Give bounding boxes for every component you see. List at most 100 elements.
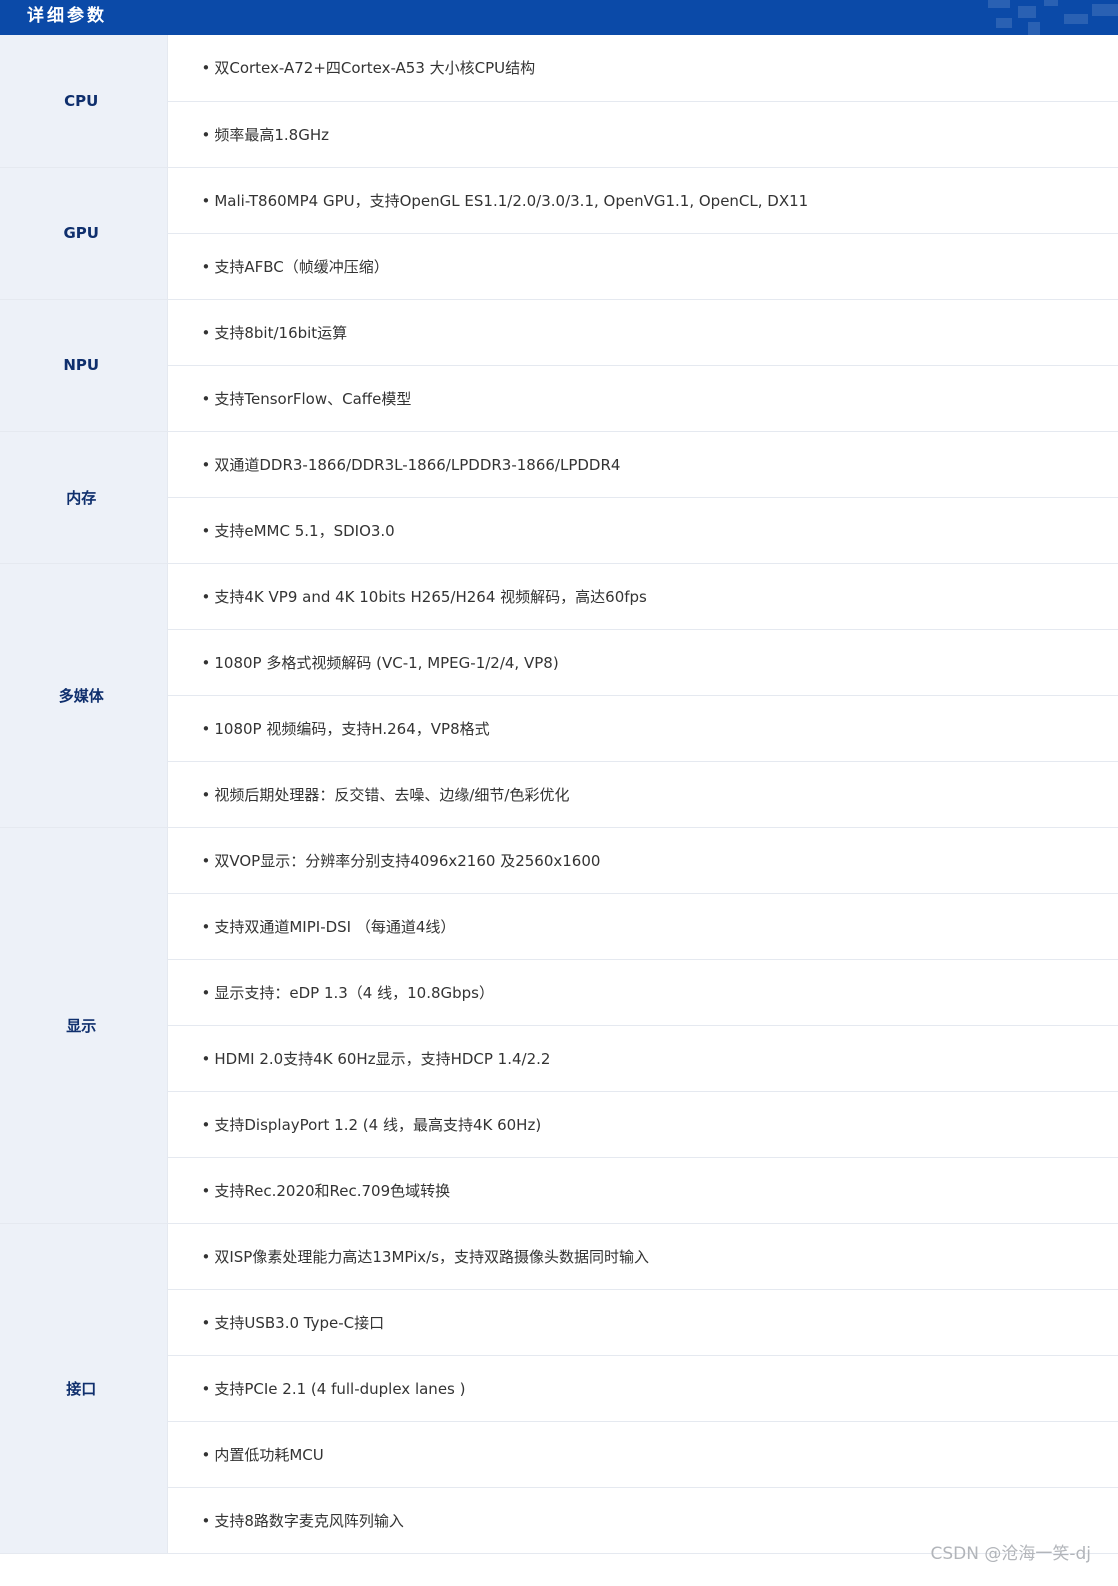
section-header: 详细参数 xyxy=(0,0,1118,35)
spec-item-text: 支持4K VP9 and 4K 10bits H265/H264 视频解码，高达… xyxy=(214,587,647,606)
spec-item: • 双Cortex-A72+四Cortex-A53 大小核CPU结构 xyxy=(167,35,1118,102)
bullet-icon: • xyxy=(201,653,211,672)
spec-item: • 内置低功耗MCU xyxy=(167,1421,1118,1488)
bullet-icon: • xyxy=(201,587,211,606)
spec-item-text: 1080P 视频编码，支持H.264，VP8格式 xyxy=(214,719,490,738)
spec-item: • HDMI 2.0支持4K 60Hz显示，支持HDCP 1.4/2.2 xyxy=(167,1025,1118,1092)
spec-row: 显示 • 双VOP显示：分辨率分别支持4096x2160 及2560x1600 xyxy=(0,827,1118,1224)
bullet-icon: • xyxy=(201,1247,211,1266)
bullet-icon: • xyxy=(201,1115,211,1134)
spec-row: • 1080P 多格式视频解码 (VC-1, MPEG-1/2/4, VP8) xyxy=(0,629,1118,696)
spec-item-text: HDMI 2.0支持4K 60Hz显示，支持HDCP 1.4/2.2 xyxy=(214,1049,551,1068)
spec-row: • 支持DisplayPort 1.2 (4 线，最高支持4K 60Hz) xyxy=(0,1091,1118,1158)
spec-row: • 显示支持：eDP 1.3（4 线，10.8Gbps） xyxy=(0,959,1118,1026)
bullet-icon: • xyxy=(201,1313,211,1332)
spec-item-text: 支持TensorFlow、Caffe模型 xyxy=(214,389,412,408)
bullet-icon: • xyxy=(201,1049,211,1068)
spec-item-text: 双ISP像素处理能力高达13MPix/s，支持双路摄像头数据同时输入 xyxy=(214,1247,650,1266)
spec-item-text: Mali-T860MP4 GPU，支持OpenGL ES1.1/2.0/3.0/… xyxy=(214,191,809,210)
spec-category-label: 接口 xyxy=(0,1223,168,1554)
spec-item: • 支持双通道MIPI-DSI （每通道4线） xyxy=(167,893,1118,960)
spec-row: • 支持双通道MIPI-DSI （每通道4线） xyxy=(0,893,1118,960)
spec-item: • 支持Rec.2020和Rec.709色域转换 xyxy=(167,1157,1118,1224)
bullet-icon: • xyxy=(201,1379,211,1398)
spec-category-label: 多媒体 xyxy=(0,563,168,828)
spec-item: • 支持PCIe 2.1 (4 full-duplex lanes ) xyxy=(167,1355,1118,1422)
spec-item: • 支持4K VP9 and 4K 10bits H265/H264 视频解码，高… xyxy=(167,563,1118,630)
spec-item: • Mali-T860MP4 GPU，支持OpenGL ES1.1/2.0/3.0… xyxy=(167,167,1118,234)
spec-item: • 视频后期处理器：反交错、去噪、边缘/细节/色彩优化 xyxy=(167,761,1118,828)
spec-item: • 1080P 多格式视频解码 (VC-1, MPEG-1/2/4, VP8) xyxy=(167,629,1118,696)
spec-item-text: 双通道DDR3-1866/DDR3L-1866/LPDDR3-1866/LPDD… xyxy=(214,455,621,474)
spec-table: CPU • 双Cortex-A72+四Cortex-A53 大小核CPU结构 • 频率最… xyxy=(0,35,1118,1554)
section-title: 详细参数 xyxy=(27,6,107,26)
spec-item-text: 支持8bit/16bit运算 xyxy=(214,323,348,342)
spec-item-text: 显示支持：eDP 1.3（4 线，10.8Gbps） xyxy=(214,983,494,1002)
bullet-icon: • xyxy=(201,851,211,870)
spec-row: • 1080P 视频编码，支持H.264，VP8格式 xyxy=(0,695,1118,762)
spec-row: • 视频后期处理器：反交错、去噪、边缘/细节/色彩优化 xyxy=(0,761,1118,828)
bullet-icon: • xyxy=(201,191,211,210)
header-decoration xyxy=(988,0,1118,35)
spec-row: GPU • Mali-T860MP4 GPU，支持OpenGL ES1.1/2.0/… xyxy=(0,167,1118,300)
spec-item-text: 双VOP显示：分辨率分别支持4096x2160 及2560x1600 xyxy=(214,851,601,870)
spec-item: • 支持DisplayPort 1.2 (4 线，最高支持4K 60Hz) xyxy=(167,1091,1118,1158)
spec-category-label: GPU xyxy=(0,167,168,300)
bullet-icon: • xyxy=(201,917,211,936)
bullet-icon: • xyxy=(201,785,211,804)
spec-category-label: CPU xyxy=(0,35,168,168)
bullet-icon: • xyxy=(201,59,211,78)
spec-row: • 支持USB3.0 Type-C接口 xyxy=(0,1289,1118,1356)
spec-row: • 支持eMMC 5.1，SDIO3.0 xyxy=(0,497,1118,564)
spec-item-text: 支持Rec.2020和Rec.709色域转换 xyxy=(214,1181,451,1200)
spec-item: • 支持USB3.0 Type-C接口 xyxy=(167,1289,1118,1356)
bullet-icon: • xyxy=(201,125,211,144)
spec-item-text: 支持AFBC（帧缓冲压缩） xyxy=(214,257,389,276)
spec-item-text: 视频后期处理器：反交错、去噪、边缘/细节/色彩优化 xyxy=(214,785,570,804)
spec-item-text: 支持eMMC 5.1，SDIO3.0 xyxy=(214,521,395,540)
bullet-icon: • xyxy=(201,257,211,276)
bullet-icon: • xyxy=(201,1181,211,1200)
spec-category-label: 显示 xyxy=(0,827,168,1224)
bullet-icon: • xyxy=(201,1445,211,1464)
spec-row: NPU • 支持8bit/16bit运算 xyxy=(0,299,1118,432)
spec-row: 内存 • 双通道DDR3-1866/DDR3L-1866/LPDDR3-1866/L… xyxy=(0,431,1118,564)
spec-item: • 支持eMMC 5.1，SDIO3.0 xyxy=(167,497,1118,564)
spec-item: • 双VOP显示：分辨率分别支持4096x2160 及2560x1600 xyxy=(167,827,1118,894)
spec-item-text: 支持双通道MIPI-DSI （每通道4线） xyxy=(214,917,456,936)
spec-item-text: 支持DisplayPort 1.2 (4 线，最高支持4K 60Hz) xyxy=(214,1115,542,1134)
bullet-icon: • xyxy=(201,1511,211,1530)
spec-item-text: 1080P 多格式视频解码 (VC-1, MPEG-1/2/4, VP8) xyxy=(214,653,559,672)
spec-row: • 支持TensorFlow、Caffe模型 xyxy=(0,365,1118,432)
spec-row: • HDMI 2.0支持4K 60Hz显示，支持HDCP 1.4/2.2 xyxy=(0,1025,1118,1092)
bullet-icon: • xyxy=(201,323,211,342)
spec-item: • 支持AFBC（帧缓冲压缩） xyxy=(167,233,1118,300)
bullet-icon: • xyxy=(201,719,211,738)
spec-item-text: 内置低功耗MCU xyxy=(214,1445,324,1464)
spec-item: • 双ISP像素处理能力高达13MPix/s，支持双路摄像头数据同时输入 xyxy=(167,1223,1118,1290)
spec-item-text: 频率最高1.8GHz xyxy=(214,125,329,144)
bullet-icon: • xyxy=(201,455,211,474)
spec-row: • 内置低功耗MCU xyxy=(0,1421,1118,1488)
spec-row: • 支持PCIe 2.1 (4 full-duplex lanes ) xyxy=(0,1355,1118,1422)
spec-row: 接口 • 双ISP像素处理能力高达13MPix/s，支持双路摄像头数据同时输入 xyxy=(0,1223,1118,1554)
spec-table-body: CPU • 双Cortex-A72+四Cortex-A53 大小核CPU结构 • 频率最… xyxy=(0,35,1118,1554)
spec-item-text: 支持USB3.0 Type-C接口 xyxy=(214,1313,385,1332)
watermark: CSDN @沧海一笑-dj xyxy=(930,1544,1091,1564)
spec-category-label: NPU xyxy=(0,299,168,432)
spec-item-text: 支持PCIe 2.1 (4 full-duplex lanes ) xyxy=(214,1379,466,1398)
spec-category-label: 内存 xyxy=(0,431,168,564)
spec-item: • 支持TensorFlow、Caffe模型 xyxy=(167,365,1118,432)
spec-item: • 1080P 视频编码，支持H.264，VP8格式 xyxy=(167,695,1118,762)
spec-row: • 支持AFBC（帧缓冲压缩） xyxy=(0,233,1118,300)
spec-row: 多媒体 • 支持4K VP9 and 4K 10bits H265/H264 视频解… xyxy=(0,563,1118,828)
bullet-icon: • xyxy=(201,521,211,540)
spec-row: • 频率最高1.8GHz xyxy=(0,101,1118,168)
spec-item: • 显示支持：eDP 1.3（4 线，10.8Gbps） xyxy=(167,959,1118,1026)
spec-item-text: 双Cortex-A72+四Cortex-A53 大小核CPU结构 xyxy=(214,59,536,78)
spec-item-text: 支持8路数字麦克风阵列输入 xyxy=(214,1511,404,1530)
spec-item: • 频率最高1.8GHz xyxy=(167,101,1118,168)
spec-item: • 双通道DDR3-1866/DDR3L-1866/LPDDR3-1866/LPD… xyxy=(167,431,1118,498)
spec-row: CPU • 双Cortex-A72+四Cortex-A53 大小核CPU结构 xyxy=(0,35,1118,168)
spec-item: • 支持8bit/16bit运算 xyxy=(167,299,1118,366)
